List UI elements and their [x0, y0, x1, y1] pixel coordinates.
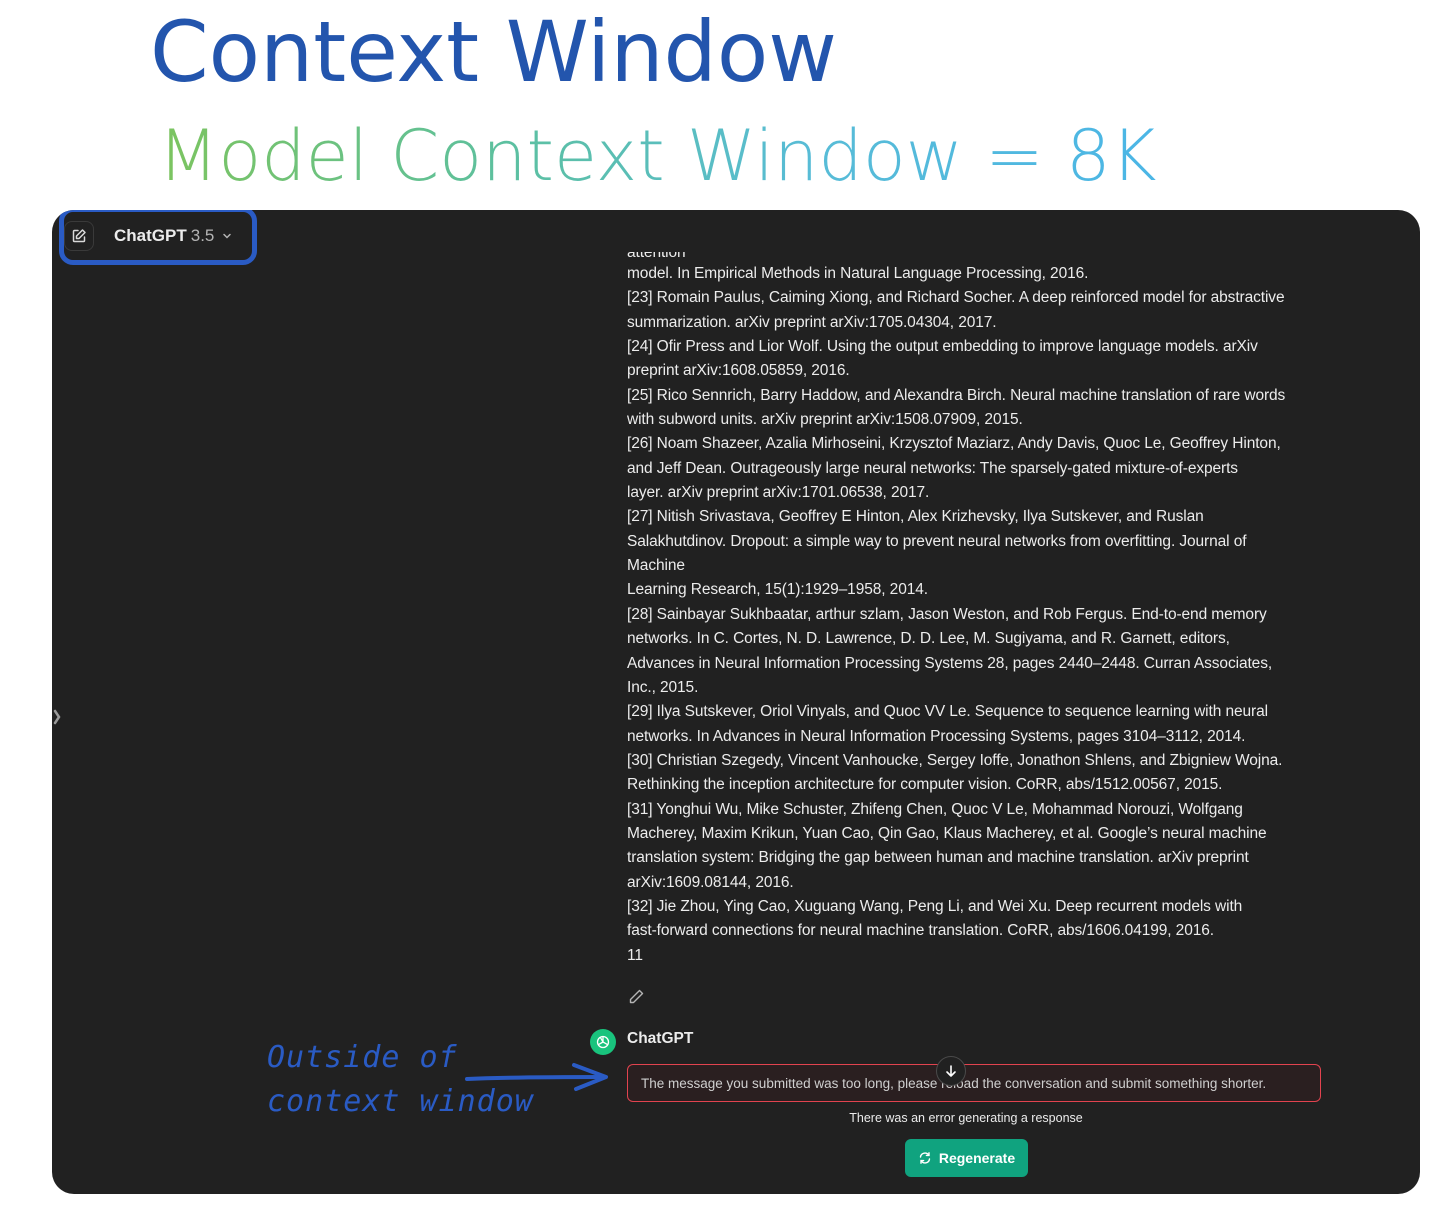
error-caption: There was an error generating a response	[849, 1111, 1083, 1125]
message-line: 11	[627, 946, 643, 964]
message-line: fast-forward connections for neural mach…	[627, 922, 1214, 940]
message-line: Advances in Neural Information Processin…	[627, 654, 1273, 672]
message-line: [31] Yonghui Wu, Mike Schuster, Zhifeng …	[627, 800, 1243, 818]
message-line: Salakhutdinov. Dropout: a simple way to …	[627, 532, 1247, 550]
regenerate-label: Regenerate	[938, 1150, 1016, 1166]
chat-window: ChatGPT 3.5 attention model. In Empirical…	[52, 210, 1420, 1194]
slide-subtitle: Model Context Window = 8K	[158, 115, 1157, 197]
message-line: Rethinking the inception architecture fo…	[627, 776, 1223, 794]
sidebar-toggle-handle[interactable]	[52, 705, 66, 729]
assistant-name: ChatGPT	[627, 1030, 694, 1047]
edit-message-icon[interactable]	[627, 988, 645, 1006]
message-line: preprint arXiv:1608.05859, 2016.	[627, 362, 850, 380]
message-line: translation system: Bridging the gap bet…	[627, 849, 1249, 867]
chevron-down-icon	[223, 233, 232, 239]
message-line: layer. arXiv preprint arXiv:1701.06538, …	[627, 484, 930, 502]
arrow-down-icon	[946, 1065, 956, 1077]
message-line: summarization. arXiv preprint arXiv:1705…	[627, 313, 997, 331]
slide-title: Context Window	[150, 3, 837, 101]
message-line: arXiv:1609.08144, 2016.	[627, 873, 794, 891]
message-line: Machine	[627, 557, 685, 575]
message-line: [23] Romain Paulus, Caiming Xiong, and R…	[627, 289, 1285, 307]
message-line: Inc., 2015.	[627, 678, 699, 696]
user-message: attention model. In Empirical Methods in …	[627, 252, 1347, 968]
error-message-box: The message you submitted was too long, …	[627, 1064, 1321, 1102]
message-line: Learning Research, 15(1):1929–1958, 2014…	[627, 581, 928, 599]
edit-icon	[72, 229, 86, 243]
scroll-down-button[interactable]	[936, 1056, 966, 1086]
regenerate-button[interactable]: Regenerate	[905, 1139, 1028, 1177]
annotation-arrow-icon	[465, 1063, 608, 1091]
openai-logo-icon	[596, 1035, 610, 1049]
model-name: ChatGPT	[114, 226, 187, 245]
message-line: [28] Sainbayar Sukhbaatar, arthur szlam,…	[627, 605, 1267, 623]
message-line: [27] Nitish Srivastava, Geoffrey E Hinto…	[627, 508, 1204, 526]
topbar: ChatGPT 3.5	[64, 218, 232, 254]
message-line: with subword units. arXiv preprint arXiv…	[627, 411, 1023, 429]
message-line: [30] Christian Szegedy, Vincent Vanhouck…	[627, 751, 1283, 769]
message-line: [29] Ilya Sutskever, Oriol Vinyals, and …	[627, 703, 1268, 721]
assistant-avatar	[590, 1029, 616, 1055]
message-line: networks. In Advances in Neural Informat…	[627, 727, 1246, 745]
new-chat-button[interactable]	[64, 221, 94, 251]
message-line: [25] Rico Sennrich, Barry Haddow, and Al…	[627, 386, 1286, 404]
message-line: [24] Ofir Press and Lior Wolf. Using the…	[627, 338, 1258, 356]
model-selector[interactable]: ChatGPT 3.5	[114, 226, 232, 246]
message-line: [32] Jie Zhou, Ying Cao, Xuguang Wang, P…	[627, 897, 1243, 915]
message-line: attention	[627, 252, 686, 261]
model-version: 3.5	[190, 226, 215, 245]
chevron-right-icon	[53, 709, 61, 725]
message-line: model. In Empirical Methods in Natural L…	[627, 265, 1089, 282]
message-line: and Jeff Dean. Outrageously large neural…	[627, 459, 1238, 477]
message-line: networks. In C. Cortes, N. D. Lawrence, …	[627, 630, 1230, 648]
refresh-icon	[919, 1152, 931, 1164]
message-line: Macherey, Maxim Krikun, Yuan Cao, Qin Ga…	[627, 824, 1267, 842]
message-line: [26] Noam Shazeer, Azalia Mirhoseini, Kr…	[627, 435, 1281, 453]
